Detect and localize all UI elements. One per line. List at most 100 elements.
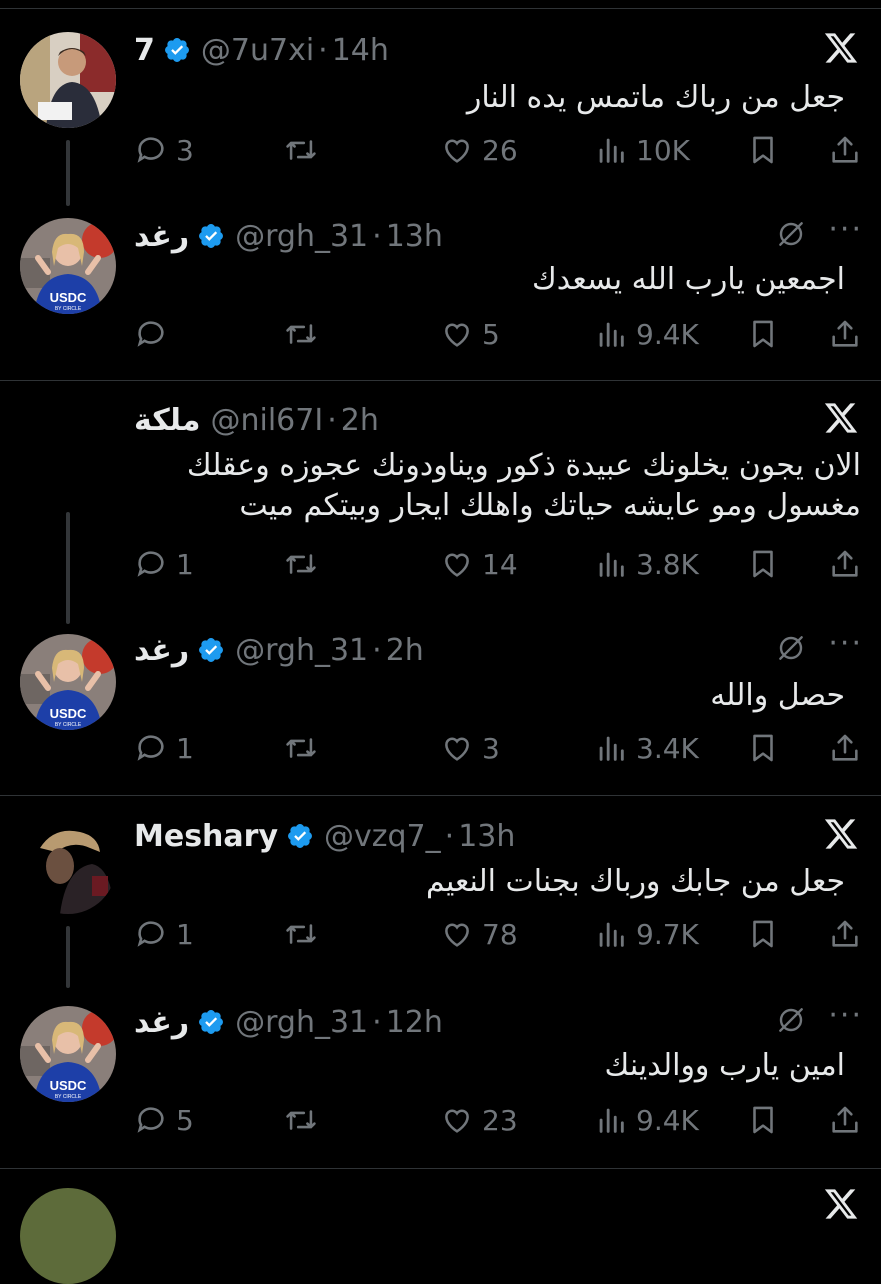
reply-icon — [137, 321, 164, 347]
action-bar: 3 26 10K — [134, 130, 861, 170]
action-bar: 1 14 3.8K — [134, 544, 861, 584]
separator-dot: · — [372, 1004, 382, 1040]
grok-icon[interactable] — [775, 632, 807, 664]
views-button[interactable]: 9.4K — [594, 314, 699, 354]
retweet-icon — [286, 924, 316, 944]
views-count: 3.4K — [636, 731, 699, 765]
bookmark-button[interactable] — [746, 130, 780, 170]
bookmark-icon — [753, 550, 773, 578]
views-icon — [599, 736, 624, 761]
reply-button[interactable]: 1 — [134, 728, 194, 768]
next-tweet-avatar-partial[interactable] — [20, 1188, 116, 1284]
views-button[interactable]: 9.4K — [594, 1100, 699, 1140]
grok-icon[interactable] — [775, 218, 807, 250]
usdc-sub-text: BY CIRCLE — [55, 306, 82, 312]
tweet-header: رغد @rgh_31 · 2h — [134, 630, 424, 670]
usdc-sub-text: BY CIRCLE — [55, 722, 82, 728]
reply-button[interactable]: 5 — [134, 1100, 194, 1140]
avatar[interactable]: USDC BY CIRCLE — [20, 1006, 116, 1102]
like-icon — [445, 923, 469, 947]
retweet-icon — [286, 1110, 316, 1130]
retweet-button[interactable] — [284, 544, 326, 584]
share-button[interactable] — [828, 1100, 862, 1140]
views-button[interactable]: 3.8K — [594, 544, 699, 584]
like-icon — [445, 139, 469, 163]
views-button[interactable]: 3.4K — [594, 728, 699, 768]
reply-button[interactable]: 1 — [134, 914, 194, 954]
x-logo-icon — [824, 819, 858, 849]
share-button[interactable] — [828, 544, 862, 584]
reply-button[interactable]: 3 — [134, 130, 194, 170]
reply-button[interactable]: 1 — [134, 544, 194, 584]
verified-icon — [288, 824, 312, 848]
author-handle[interactable]: @nil67I — [210, 403, 323, 438]
reply-button[interactable] — [134, 314, 176, 354]
reply-count: 1 — [176, 547, 194, 581]
more-icon[interactable]: ··· — [828, 629, 863, 666]
author-handle[interactable]: @rgh_31 — [235, 1005, 368, 1040]
retweet-button[interactable] — [284, 728, 326, 768]
author-name[interactable]: 7 — [134, 33, 155, 68]
author-handle[interactable]: @vzq7_ — [324, 819, 441, 854]
author-handle[interactable]: @7u7xi — [201, 33, 314, 68]
author-handle[interactable]: @rgh_31 — [235, 219, 368, 254]
bookmark-button[interactable] — [746, 728, 780, 768]
share-button[interactable] — [828, 914, 862, 954]
timestamp[interactable]: 2h — [341, 403, 379, 438]
timestamp[interactable]: 12h — [386, 1005, 443, 1040]
share-icon — [832, 920, 858, 947]
thread-line — [66, 926, 70, 988]
tweet-text: امين يارب ووالدينك — [604, 1048, 845, 1083]
views-icon — [599, 552, 624, 577]
share-button[interactable] — [828, 130, 862, 170]
share-button[interactable] — [828, 728, 862, 768]
like-count: 23 — [482, 1103, 518, 1137]
like-button[interactable]: 5 — [440, 314, 500, 354]
avatar[interactable] — [20, 818, 116, 914]
timestamp[interactable]: 13h — [386, 219, 443, 254]
timestamp[interactable]: 13h — [458, 819, 515, 854]
retweet-button[interactable] — [284, 1100, 326, 1140]
author-name[interactable]: رغد — [134, 219, 189, 254]
bookmark-icon — [753, 136, 773, 164]
like-button[interactable]: 14 — [440, 544, 518, 584]
avatar[interactable]: USDC BY CIRCLE — [20, 634, 116, 730]
thread-line — [66, 140, 70, 206]
author-name[interactable]: Meshary — [134, 819, 278, 854]
share-button[interactable] — [828, 314, 862, 354]
more-icon[interactable]: ··· — [828, 1001, 863, 1038]
author-name[interactable]: رغد — [134, 1005, 189, 1040]
like-icon — [445, 1109, 469, 1133]
verified-icon — [164, 38, 189, 62]
tweet-text: جعل من جابك ورباك بجنات النعيم — [425, 864, 845, 899]
more-icon[interactable]: ··· — [828, 215, 863, 252]
like-button[interactable]: 3 — [440, 728, 500, 768]
avatar[interactable] — [20, 32, 116, 128]
like-count: 26 — [482, 133, 518, 167]
retweet-button[interactable] — [284, 130, 326, 170]
grok-icon[interactable] — [775, 1004, 807, 1036]
views-button[interactable]: 10K — [594, 130, 690, 170]
action-bar: 1 78 9.7K — [134, 914, 861, 954]
views-button[interactable]: 9.7K — [594, 914, 699, 954]
tweet-text: حصل والله — [710, 678, 845, 713]
timestamp[interactable]: 14h — [332, 33, 389, 68]
like-button[interactable]: 23 — [440, 1100, 518, 1140]
bookmark-button[interactable] — [746, 914, 780, 954]
bookmark-button[interactable] — [746, 1100, 780, 1140]
avatar[interactable]: USDC BY CIRCLE — [20, 218, 116, 314]
reply-icon — [137, 921, 164, 947]
author-handle[interactable]: @rgh_31 — [235, 633, 368, 668]
author-name[interactable]: رغد — [134, 633, 189, 668]
retweet-button[interactable] — [284, 314, 326, 354]
retweet-icon — [286, 554, 316, 574]
like-button[interactable]: 78 — [440, 914, 518, 954]
retweet-button[interactable] — [284, 914, 326, 954]
like-button[interactable]: 26 — [440, 130, 518, 170]
timestamp[interactable]: 2h — [386, 633, 424, 668]
tweet-text: الان يجون يخلونك عبيدة ذكور ويناودونك عج… — [186, 448, 861, 523]
like-count: 78 — [482, 917, 518, 951]
bookmark-button[interactable] — [746, 544, 780, 584]
author-name[interactable]: ملكة — [134, 403, 200, 438]
bookmark-button[interactable] — [746, 314, 780, 354]
